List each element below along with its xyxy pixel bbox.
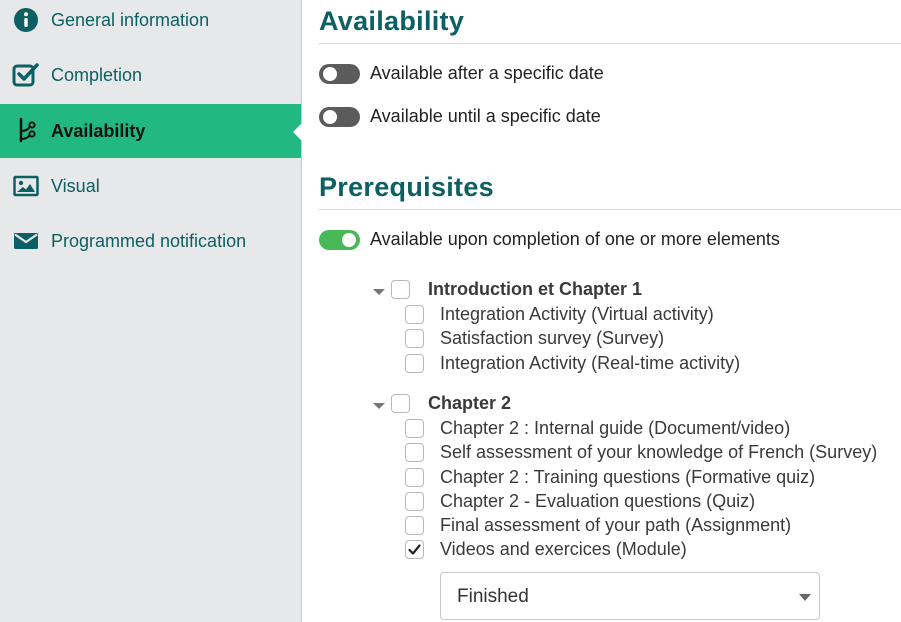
sidebar-item-visual[interactable]: Visual (0, 159, 301, 213)
available-until-toggle[interactable] (319, 106, 360, 127)
item-label: Final assessment of your path (Assignmen… (440, 515, 792, 535)
item-checkbox[interactable] (405, 443, 424, 462)
sidebar-item-label: Visual (51, 175, 100, 196)
availability-title: Availability (319, 6, 465, 36)
sidebar-item-availability[interactable]: Availability (0, 104, 302, 158)
completion-status-select[interactable]: Finished (440, 572, 820, 620)
collapse-caret-icon[interactable] (373, 403, 385, 409)
completion-prerequisite-toggle-row[interactable]: Available upon completion of one or more… (319, 229, 780, 250)
available-after-toggle-row[interactable]: Available after a specific date (319, 63, 604, 84)
available-until-toggle-row[interactable]: Available until a specific date (319, 106, 601, 127)
item-checkbox-checked[interactable] (405, 540, 424, 559)
branch-icon (12, 117, 40, 145)
item-label: Satisfaction survey (Survey) (440, 328, 665, 348)
sidebar-item-label: Programmed notification (51, 230, 247, 251)
toggle-label: Available after a specific date (370, 63, 604, 83)
toggle-label: Available upon completion of one or more… (370, 229, 780, 249)
info-circle-icon (12, 6, 40, 34)
item-label: Chapter 2 : Internal guide (Document/vid… (440, 418, 791, 438)
divider (319, 209, 901, 210)
item-label: Integration Activity (Real-time activity… (440, 353, 741, 373)
sidebar-item-completion[interactable]: Completion (0, 48, 301, 102)
item-label: Chapter 2 - Evaluation questions (Quiz) (440, 491, 756, 511)
item-label: Integration Activity (Virtual activity) (440, 304, 714, 324)
group-checkbox[interactable] (391, 394, 410, 413)
sidebar-item-label: Availability (51, 120, 146, 141)
item-checkbox[interactable] (405, 329, 424, 348)
group-checkbox[interactable] (391, 280, 410, 299)
item-checkbox[interactable] (405, 305, 424, 324)
toggle-label: Available until a specific date (370, 106, 601, 126)
item-label: Videos and exercices (Module) (440, 539, 687, 559)
chevron-down-icon (799, 594, 811, 601)
sidebar-item-programmed-notification[interactable]: Programmed notification (0, 214, 301, 268)
sidebar: General information Completion Availabil… (0, 0, 302, 622)
main-panel: Availability Available after a specific … (319, 0, 901, 622)
sidebar-item-label: Completion (51, 64, 143, 85)
checkbox-check-icon (12, 61, 40, 89)
available-after-toggle[interactable] (319, 63, 360, 84)
item-label: Self assessment of your knowledge of Fre… (440, 442, 878, 462)
image-icon (12, 172, 40, 200)
item-checkbox[interactable] (405, 419, 424, 438)
envelope-icon (12, 227, 40, 255)
sidebar-item-general-information[interactable]: General information (0, 0, 301, 47)
select-value: Finished (457, 586, 529, 607)
collapse-caret-icon[interactable] (373, 289, 385, 295)
item-checkbox[interactable] (405, 354, 424, 373)
group-title: Chapter 2 (428, 393, 512, 413)
completion-prerequisite-toggle[interactable] (319, 229, 360, 250)
item-checkbox[interactable] (405, 516, 424, 535)
item-checkbox[interactable] (405, 492, 424, 511)
group-title: Introduction et Chapter 1 (428, 279, 643, 299)
divider (319, 43, 901, 44)
checkmark-icon (408, 544, 421, 555)
item-label: Chapter 2 : Training questions (Formativ… (440, 467, 816, 487)
prerequisites-title: Prerequisites (319, 172, 494, 202)
sidebar-item-label: General information (51, 9, 210, 30)
item-checkbox[interactable] (405, 468, 424, 487)
